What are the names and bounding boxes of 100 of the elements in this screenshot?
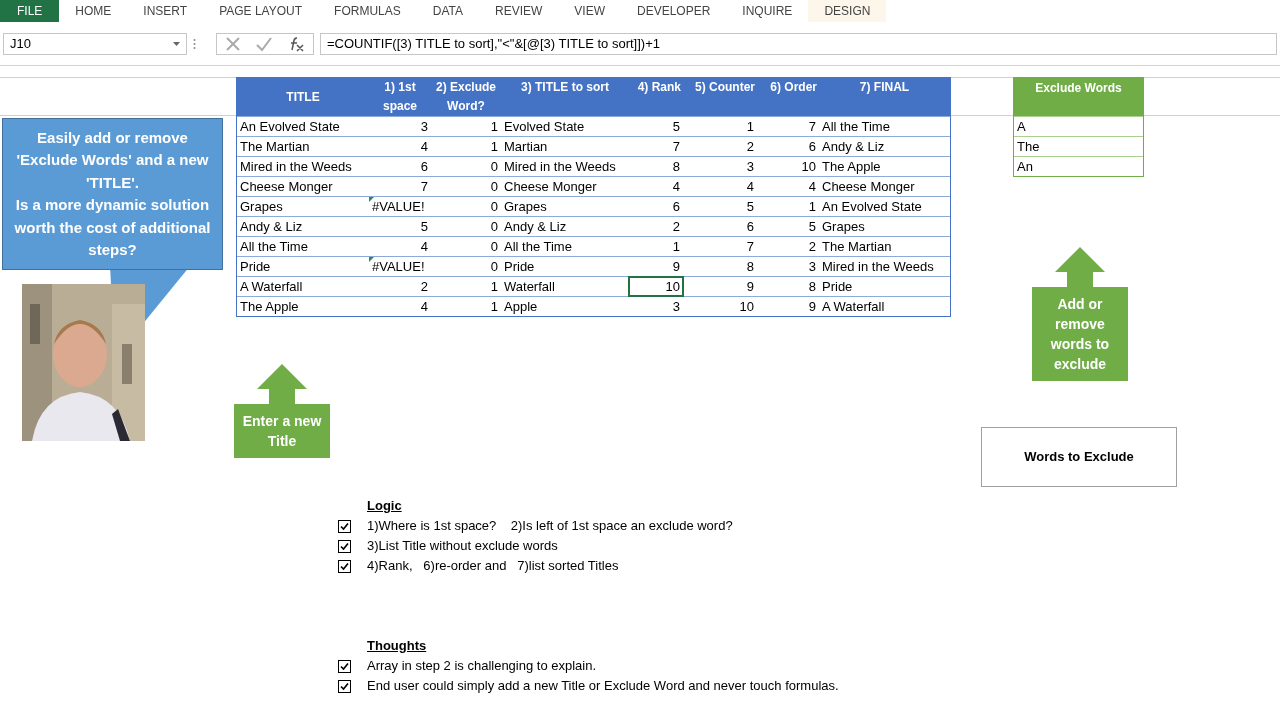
table-cell-text: Cheese Monger [503, 178, 598, 196]
checkbox[interactable] [338, 659, 351, 673]
ribbon-tab[interactable]: INSERT [127, 0, 204, 22]
ribbon-tab[interactable]: DATA [416, 0, 479, 22]
section-heading: Thoughts [367, 637, 427, 656]
table-cell-text: An Evolved State [821, 198, 923, 216]
table-cell-text: The Apple [239, 298, 300, 316]
table-cell-text: 5 [745, 198, 755, 216]
table-cell-text: 7 [807, 118, 817, 136]
table-cell-text: 1 [745, 118, 755, 136]
column-header: 5) Counter [694, 79, 756, 96]
table-cell-text: 1 [489, 138, 499, 156]
table-cell-text: Mired in the Weeds [821, 258, 935, 276]
table-cell: #VALUE! [369, 257, 431, 276]
table-cell-text: 3 [745, 158, 755, 176]
table-cell-text: All the Time [821, 118, 891, 136]
table-cell-text: 6 [745, 218, 755, 236]
column-header: 1) 1st space [382, 79, 418, 115]
name-box[interactable]: J10 [3, 32, 187, 55]
table-cell-text: 8 [807, 278, 817, 296]
table-cell-text: 2 [807, 238, 817, 256]
checklist-text: 3)List Title without exclude words [367, 537, 558, 556]
table-cell-text: 1 [489, 118, 499, 136]
checkbox[interactable] [338, 539, 351, 553]
table-cell-text: 6 [419, 158, 429, 176]
callout-text: Add or remove words to exclude [1032, 287, 1128, 381]
up-arrow-icon [1055, 247, 1105, 287]
table-cell-text: 0 [489, 218, 499, 236]
table-cell-text: 2 [671, 218, 681, 236]
table-cell-text: 0 [489, 178, 499, 196]
table-cell-text: 1 [489, 278, 499, 296]
formula-field[interactable]: =COUNTIF([3) TITLE to sort],"<"&[@[3) TITLE to sort]])+1 [320, 32, 1277, 55]
table-cell-text: An Evolved State [239, 118, 341, 136]
checklist-text: End user could simply add a new Title or Exclude Word and never touch formulas. [367, 677, 839, 696]
up-arrow-icon [257, 364, 307, 404]
table-cell-text: Grapes [239, 198, 284, 216]
table-cell-text: All the Time [239, 238, 309, 256]
table-cell-text: 3 [419, 118, 429, 136]
more-options-icon [193, 37, 196, 50]
table-cell-text: Cheese Monger [239, 178, 334, 196]
table-cell-text: 4 [419, 238, 429, 256]
ribbon-tab[interactable]: PAGE LAYOUT [203, 0, 319, 22]
table-cell-text: 7 [745, 238, 755, 256]
column-header: 6) Order [769, 79, 818, 96]
column-header: Exclude Words [1014, 78, 1143, 116]
table-cell-text: 0 [489, 158, 499, 176]
table-cell-text: Pride [821, 278, 854, 296]
dropdown-caret-icon [173, 41, 180, 46]
table-cell-text: Andy & Liz [821, 138, 886, 156]
ribbon-tab[interactable]: HOME [59, 0, 128, 22]
table-cell-text: 0 [489, 238, 499, 256]
column-header: 7) FINAL [858, 79, 911, 96]
checklist-text: Array in step 2 is challenging to explain. [367, 657, 597, 676]
checklist-text: 1)Where is 1st space? 2)Is left of 1st space an exclude word? [367, 517, 733, 536]
ribbon-tab[interactable]: VIEW [558, 0, 621, 22]
table-cell-text: 5 [671, 118, 681, 136]
ribbon-tab[interactable]: REVIEW [479, 0, 559, 22]
table-cell-text: A Waterfall [239, 278, 304, 296]
ribbon-tab[interactable]: FORMULAS [318, 0, 417, 22]
table-cell-text: Mired in the Weeds [503, 158, 617, 176]
table-cell-text: The Apple [821, 158, 882, 176]
ribbon-tab[interactable]: FILE [0, 0, 60, 22]
table-cell-text: 4 [807, 178, 817, 196]
table-cell-text: Grapes [821, 218, 866, 236]
ribbon-tab[interactable]: DESIGN [808, 0, 887, 22]
table-cell-text: 4 [671, 178, 681, 196]
table-cell-text: 9 [807, 298, 817, 316]
checklist-text: 4)Rank, 6)re-order and 7)list sorted Titles [367, 557, 619, 576]
table-cell-text: Pride [503, 258, 536, 276]
checkbox[interactable] [338, 519, 351, 533]
table-cell-text: 4 [745, 178, 755, 196]
table-cell: 10 [629, 277, 683, 296]
column-header: TITLE [285, 88, 321, 106]
table-cell-text: 9 [745, 278, 755, 296]
ribbon-tab[interactable]: INQUIRE [726, 0, 809, 22]
table-cell-text: 1 [489, 298, 499, 316]
table-cell-text: 7 [671, 138, 681, 156]
section-heading: Logic [367, 497, 402, 516]
column-header: 2) Exclude Word? [435, 79, 497, 115]
table-cell-text: Martian [503, 138, 549, 156]
table-cell-text: 8 [671, 158, 681, 176]
table-cell-text: 10 [738, 298, 755, 316]
table-cell-text: 1 [807, 198, 817, 216]
table-cell-text: Evolved State [503, 118, 586, 136]
text-box: Words to Exclude [981, 427, 1177, 487]
checkbox[interactable] [338, 679, 351, 693]
table-cell-text: 1 [671, 238, 681, 256]
checkbox[interactable] [338, 559, 351, 573]
table-cell-text: 4 [419, 298, 429, 316]
table-cell-text: 10 [800, 158, 817, 176]
table-cell: An [1014, 156, 1143, 176]
table-cell-text: Waterfall [503, 278, 556, 296]
error-indicator-icon [369, 197, 374, 202]
table-cell-text: 5 [419, 218, 429, 236]
column-header: 3) TITLE to sort [520, 79, 610, 96]
table-cell-text: 5 [807, 218, 817, 236]
ribbon-tab[interactable]: DEVELOPER [621, 0, 727, 22]
table-cell-text: 2 [419, 278, 429, 296]
table-cell-text: Cheese Monger [821, 178, 916, 196]
table-cell-text: The Martian [239, 138, 311, 156]
